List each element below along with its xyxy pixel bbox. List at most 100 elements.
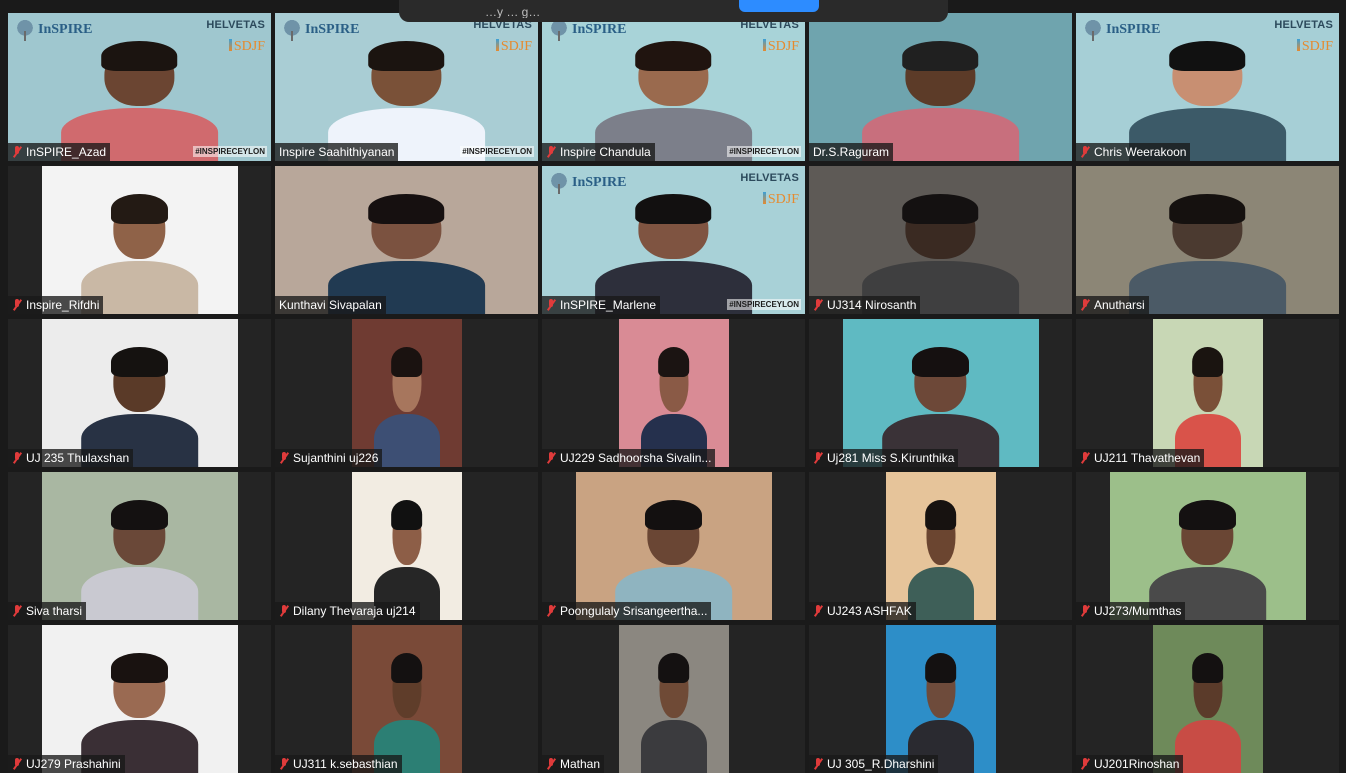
inspire-logo: InSPIRE [281, 19, 359, 41]
participant-name: InSPIRE_Marlene [560, 298, 657, 312]
participant-name: Kunthavi Sivapalan [279, 298, 382, 312]
participant-tile[interactable]: Dr.S.Raguram [809, 13, 1072, 161]
participant-name-label: UJ211 Thavathevan [1076, 449, 1205, 467]
participant-tile[interactable]: UJ 305_R.Dharshini [809, 625, 1072, 773]
participant-tile[interactable]: UJ 235 Thulaxshan [8, 319, 271, 467]
participant-video: InSPIRE HELVETAS SDJF #INSPIRECEYLON [8, 13, 271, 161]
participant-name-label: InSPIRE_Marlene [542, 296, 661, 314]
participant-figure [373, 346, 440, 467]
mic-muted-icon [546, 605, 556, 617]
inspire-logo-text: InSPIRE [572, 175, 627, 190]
participant-tile[interactable]: InSPIRE HELVETAS SDJF Chris Weerakoon [1076, 13, 1339, 161]
helvetas-logo-text: HELVETAS [1274, 19, 1333, 31]
sdjf-logo-text: SDJF [500, 39, 532, 54]
topbar-view-button[interactable] [739, 0, 819, 12]
tree-logo-icon [548, 19, 570, 41]
participant-name: UJ314 Nirosanth [827, 298, 917, 312]
participant-tile[interactable]: UJ211 Thavathevan [1076, 319, 1339, 467]
mic-muted-icon [813, 452, 823, 464]
participant-tile[interactable]: Uj281 Miss S.Kirunthika [809, 319, 1072, 467]
participant-figure [80, 499, 199, 620]
mic-muted-icon [12, 146, 22, 158]
participant-video [275, 166, 538, 314]
partner-logos: HELVETAS SDJF [473, 19, 532, 55]
participant-video: InSPIRE HELVETAS SDJF #INSPIRECEYLON [542, 13, 805, 161]
tree-logo-icon [548, 172, 570, 194]
tree-logo-icon [281, 19, 303, 41]
mic-muted-icon [1080, 452, 1090, 464]
mic-muted-icon [12, 299, 22, 311]
participant-video [1076, 166, 1339, 314]
participant-video: InSPIRE HELVETAS SDJF #INSPIRECEYLON [275, 13, 538, 161]
participant-name: UJ201Rinoshan [1094, 757, 1180, 771]
participant-tile[interactable]: UJ229 Sadhoorsha Sivalin... [542, 319, 805, 467]
participant-video [1152, 319, 1263, 467]
inspire-logo: InSPIRE [548, 19, 626, 41]
mic-muted-icon [546, 146, 556, 158]
participant-tile[interactable]: UJ243 ASHFAK [809, 472, 1072, 620]
sdjf-logo-text: SDJF [767, 39, 799, 54]
participant-name-label: Siva tharsi [8, 602, 87, 620]
participant-video [351, 472, 462, 620]
participant-tile[interactable]: Anutharsi [1076, 166, 1339, 314]
participant-figure [640, 652, 707, 773]
mic-muted-icon [1080, 758, 1090, 770]
participant-name: UJ211 Thavathevan [1094, 451, 1201, 465]
participant-video [885, 625, 996, 773]
participant-name-label: Dilany Thevaraja uj214 [275, 602, 420, 620]
participant-name-label: Inspire Saahithiyanan [275, 143, 399, 161]
participant-tile[interactable]: UJ273/Mumthas [1076, 472, 1339, 620]
participant-name-label: UJ243 ASHFAK [809, 602, 916, 620]
participant-grid: InSPIRE HELVETAS SDJF #INSPIRECEYLON InSPIRE… [8, 13, 1340, 773]
participant-tile[interactable]: Siva tharsi [8, 472, 271, 620]
sdjf-logo: SDJF [1274, 39, 1333, 55]
sdjf-logo-icon [762, 192, 766, 204]
participant-tile[interactable]: InSPIRE HELVETAS SDJF #INSPIRECEYLON Inspire… [542, 13, 805, 161]
mic-muted-icon [12, 452, 22, 464]
participant-name-label: Dr.S.Raguram [809, 143, 894, 161]
participant-name-label: Uj281 Miss S.Kirunthika [809, 449, 959, 467]
participant-video [1152, 625, 1263, 773]
participant-video: InSPIRE HELVETAS SDJF [1076, 13, 1339, 161]
participant-tile[interactable]: Kunthavi Sivapalan [275, 166, 538, 314]
participant-name-label: Poongulaly Srisangeertha... [542, 602, 712, 620]
participant-tile[interactable]: InSPIRE HELVETAS SDJF #INSPIRECEYLON InSPIRE… [8, 13, 271, 161]
mic-muted-icon [813, 758, 823, 770]
participant-name: Sujanthini uj226 [293, 451, 379, 465]
sdjf-logo: SDJF [740, 192, 799, 208]
participant-tile[interactable]: UJ314 Nirosanth [809, 166, 1072, 314]
mic-muted-icon [1080, 605, 1090, 617]
sdjf-logo-icon [228, 39, 232, 51]
participant-video [809, 166, 1072, 314]
participant-video [351, 319, 462, 467]
participant-name-label: Sujanthini uj226 [275, 449, 383, 467]
meeting-title: …y … g… [485, 4, 541, 18]
mic-muted-icon [546, 299, 556, 311]
inspire-logo: InSPIRE [548, 172, 626, 194]
participant-tile[interactable]: Sujanthini uj226 [275, 319, 538, 467]
participant-name: Inspire Saahithiyanan [279, 145, 395, 159]
mic-muted-icon [546, 758, 556, 770]
participant-name: Dilany Thevaraja uj214 [293, 604, 416, 618]
participant-tile[interactable]: Dilany Thevaraja uj214 [275, 472, 538, 620]
participant-name: Dr.S.Raguram [813, 145, 890, 159]
participant-tile[interactable]: Inspire_Rifdhi [8, 166, 271, 314]
participant-name-label: UJ201Rinoshan [1076, 755, 1184, 773]
partner-logos: HELVETAS SDJF [740, 19, 799, 55]
participant-name: UJ229 Sadhoorsha Sivalin... [560, 451, 712, 465]
inspire-logo-text: InSPIRE [572, 22, 627, 37]
participant-tile[interactable]: InSPIRE HELVETAS SDJF #INSPIRECEYLON InSPIRE… [542, 166, 805, 314]
participant-video [809, 13, 1072, 161]
participant-tile[interactable]: UJ279 Prashahini [8, 625, 271, 773]
participant-tile[interactable]: UJ311 k.sebasthian [275, 625, 538, 773]
participant-name-label: UJ273/Mumthas [1076, 602, 1186, 620]
participant-tile[interactable]: Poongulaly Srisangeertha... [542, 472, 805, 620]
participant-tile[interactable]: Mathan [542, 625, 805, 773]
participant-name: Anutharsi [1094, 298, 1145, 312]
participant-name-label: Kunthavi Sivapalan [275, 296, 386, 314]
hashtag-banner: #INSPIRECEYLON [727, 146, 801, 157]
hashtag-banner: #INSPIRECEYLON [193, 146, 267, 157]
participant-tile[interactable]: UJ201Rinoshan [1076, 625, 1339, 773]
meeting-topbar[interactable]: …y … g… [399, 0, 948, 22]
participant-tile[interactable]: InSPIRE HELVETAS SDJF #INSPIRECEYLON Inspire… [275, 13, 538, 161]
